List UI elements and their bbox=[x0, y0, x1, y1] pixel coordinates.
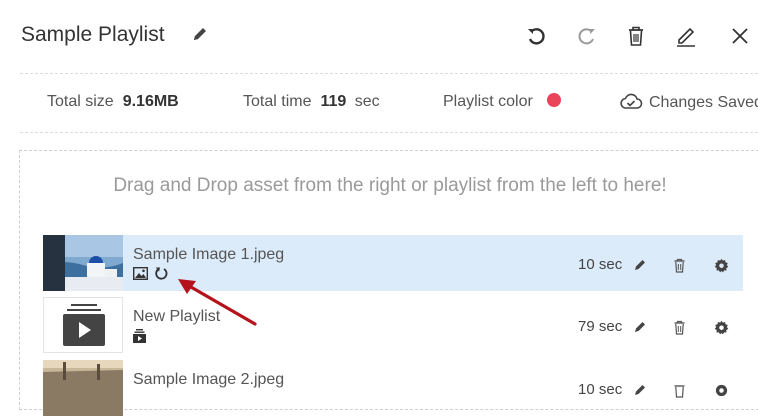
item-meta-icons bbox=[132, 266, 169, 286]
edit-icon[interactable] bbox=[672, 22, 700, 50]
item-duration: 10 sec bbox=[578, 256, 623, 273]
delete-item-icon[interactable] bbox=[670, 256, 688, 274]
redo-icon[interactable] bbox=[573, 22, 601, 50]
item-thumbnail bbox=[43, 297, 123, 353]
save-status-text: Changes Saved bbox=[649, 94, 758, 111]
delete-item-icon[interactable] bbox=[670, 381, 688, 399]
delete-item-icon[interactable] bbox=[670, 318, 688, 336]
settings-icon[interactable] bbox=[712, 381, 730, 399]
total-size-value: 9.16MB bbox=[122, 93, 179, 110]
total-time-value: 119 bbox=[320, 93, 347, 110]
total-time-unit: sec bbox=[354, 93, 380, 110]
item-meta-icons bbox=[133, 328, 146, 348]
total-time-label: Total time bbox=[243, 93, 312, 110]
item-thumbnail bbox=[43, 235, 123, 291]
playlist-header: Sample Playlist bbox=[0, 0, 758, 72]
refresh-icon[interactable] bbox=[154, 266, 169, 286]
close-icon[interactable] bbox=[726, 22, 754, 50]
settings-icon[interactable] bbox=[712, 256, 730, 274]
settings-icon[interactable] bbox=[712, 318, 730, 336]
trash-icon[interactable] bbox=[622, 22, 650, 50]
item-duration: 79 sec bbox=[578, 318, 623, 335]
edit-duration-icon[interactable] bbox=[631, 318, 649, 336]
playlist-color: Playlist color bbox=[443, 93, 561, 111]
cloud-icon bbox=[619, 92, 643, 115]
item-name: Sample Image 2.jpeg bbox=[133, 371, 285, 388]
playlist-color-swatch[interactable] bbox=[546, 93, 561, 107]
dropzone-hint: Drag and Drop asset from the right or pl… bbox=[113, 175, 667, 196]
playlist-color-label: Playlist color bbox=[443, 93, 533, 110]
edit-title-icon[interactable] bbox=[190, 24, 212, 46]
playlist-type-icon bbox=[133, 328, 146, 348]
item-thumbnail bbox=[43, 360, 123, 416]
item-duration: 10 sec bbox=[578, 381, 623, 398]
total-size: Total size 9.16MB bbox=[47, 93, 179, 111]
divider bbox=[20, 73, 758, 74]
playlist-item[interactable]: New Playlist 79 sec bbox=[43, 297, 743, 353]
playlist-item[interactable]: Sample Image 1.jpeg 10 sec bbox=[43, 235, 743, 291]
undo-icon[interactable] bbox=[522, 22, 550, 50]
save-status: Changes Saved bbox=[619, 92, 758, 115]
item-name: Sample Image 1.jpeg bbox=[133, 246, 285, 263]
total-size-label: Total size bbox=[47, 93, 114, 110]
annotation-arrow bbox=[178, 279, 257, 326]
edit-duration-icon[interactable] bbox=[631, 381, 649, 399]
divider bbox=[20, 132, 758, 133]
edit-duration-icon[interactable] bbox=[631, 256, 649, 274]
image-type-icon bbox=[132, 266, 149, 285]
playlist-title: Sample Playlist bbox=[21, 23, 165, 46]
total-time: Total time 119 sec bbox=[243, 93, 380, 111]
playlist-item[interactable]: Sample Image 2.jpeg 10 sec bbox=[43, 360, 743, 416]
